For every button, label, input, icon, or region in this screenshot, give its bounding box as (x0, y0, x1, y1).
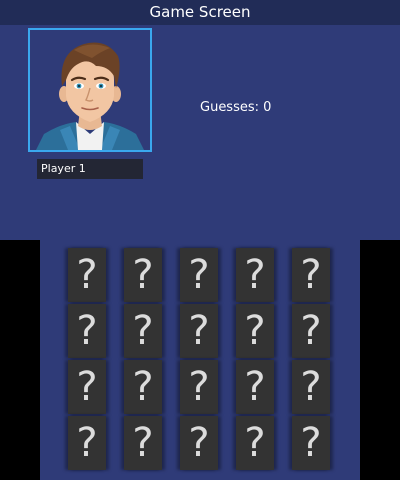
card-grid: ???????????????????? (68, 248, 330, 470)
memory-card[interactable]: ? (68, 304, 106, 358)
memory-card[interactable]: ? (236, 416, 274, 470)
memory-card[interactable]: ? (292, 416, 330, 470)
memory-card[interactable]: ? (292, 248, 330, 302)
question-mark-icon: ? (132, 308, 154, 354)
memory-card[interactable]: ? (68, 248, 106, 302)
question-mark-icon: ? (244, 308, 266, 354)
question-mark-icon: ? (76, 364, 98, 410)
question-mark-icon: ? (244, 364, 266, 410)
memory-card[interactable]: ? (124, 416, 162, 470)
question-mark-icon: ? (76, 420, 98, 466)
screen-title: Game Screen (0, 0, 400, 25)
question-mark-icon: ? (132, 364, 154, 410)
question-mark-icon: ? (188, 308, 210, 354)
player-avatar (28, 28, 152, 152)
question-mark-icon: ? (300, 364, 322, 410)
question-mark-icon: ? (300, 308, 322, 354)
question-mark-icon: ? (244, 252, 266, 298)
memory-card[interactable]: ? (292, 304, 330, 358)
memory-card[interactable]: ? (124, 248, 162, 302)
memory-card[interactable]: ? (236, 248, 274, 302)
top-screen: Game Screen Player 1 Guesses: 0 (0, 0, 400, 240)
memory-card[interactable]: ? (236, 304, 274, 358)
male-player-avatar-icon (30, 30, 150, 150)
memory-card[interactable]: ? (180, 304, 218, 358)
guesses-counter: Guesses: 0 (200, 100, 272, 115)
card-board: ???????????????????? (40, 240, 360, 480)
memory-card[interactable]: ? (180, 416, 218, 470)
memory-card[interactable]: ? (124, 304, 162, 358)
question-mark-icon: ? (76, 252, 98, 298)
memory-card[interactable]: ? (124, 360, 162, 414)
question-mark-icon: ? (188, 252, 210, 298)
question-mark-icon: ? (188, 364, 210, 410)
memory-card[interactable]: ? (68, 416, 106, 470)
question-mark-icon: ? (132, 252, 154, 298)
question-mark-icon: ? (76, 308, 98, 354)
question-mark-icon: ? (300, 420, 322, 466)
memory-card[interactable]: ? (180, 248, 218, 302)
memory-card[interactable]: ? (236, 360, 274, 414)
question-mark-icon: ? (300, 252, 322, 298)
question-mark-icon: ? (244, 420, 266, 466)
memory-card[interactable]: ? (292, 360, 330, 414)
question-mark-icon: ? (132, 420, 154, 466)
memory-card[interactable]: ? (180, 360, 218, 414)
memory-card[interactable]: ? (68, 360, 106, 414)
question-mark-icon: ? (188, 420, 210, 466)
player-name: Player 1 (37, 159, 143, 179)
